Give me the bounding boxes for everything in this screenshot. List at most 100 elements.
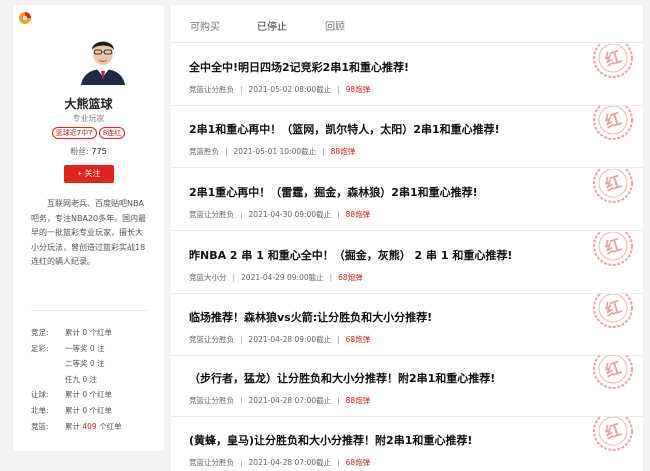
price: 88炮弹 <box>345 396 371 405</box>
recommendation-title[interactable]: 昨NBA 2 串 1 和重心全中！（掘金，灰熊） 2 串 1 和重心推荐! <box>189 247 512 263</box>
price: 98炮弹 <box>345 85 371 94</box>
tab-available[interactable]: 可购买 <box>190 18 220 33</box>
play-type: 竞篮胜负 <box>189 147 219 156</box>
recommendation-item[interactable]: 昨NBA 2 串 1 和重心全中！（掘金，灰熊） 2 串 1 和重心推荐! 竞篮大… <box>171 232 643 294</box>
recommendation-item[interactable]: (黄蜂，皇马)让分胜负和大小分推荐！附2串1和重心推荐! 竞篮让分胜负 | 2021-… <box>171 417 643 471</box>
meta-separator: | <box>322 147 325 156</box>
stat-value: 二等奖 0 注 <box>65 359 105 369</box>
expert-profile-card: 大熊篮球 专业玩家 篮球近7中7 8连红 粉丝: 775 + 关注 互联网老兵、… <box>13 5 164 451</box>
recommendation-item[interactable]: 全中全中!明日四场2记竞彩2串1和重心推荐! 竞篮让分胜负 | 2021-05-02 … <box>171 44 643 106</box>
stat-value: 累计 0 个红单 <box>65 405 113 415</box>
follow-button[interactable]: + 关注 <box>64 165 114 183</box>
red-stamp-icon: 红 <box>593 355 633 389</box>
recommendation-item[interactable]: 2串1重心再中！（雷霆，掘金，森林狼）2串1和重心推荐! 竞篮让分胜负 | 2021-… <box>171 169 643 231</box>
fans-label: 粉丝: <box>70 147 89 156</box>
stat-label: 让球: <box>31 390 49 400</box>
svg-text:红: 红 <box>603 420 624 443</box>
recommendation-item[interactable]: 2串1和重心再中！（篮网，凯尔特人，太阳）2串1和重心推荐! 竞篮胜负 | 2021-… <box>171 106 643 168</box>
meta-separator: | <box>232 273 236 282</box>
meta-separator: | <box>240 335 243 344</box>
play-type: 竞篮让分胜负 <box>189 396 234 405</box>
stat-label: 足彩: <box>31 343 49 353</box>
meta-separator: | <box>329 273 333 282</box>
expert-tags: 篮球近7中7 8连红 <box>13 127 164 139</box>
meta-separator: | <box>240 210 243 219</box>
recommendation-meta: 竞篮大小分 | 2021-04-29 09:00截止 | 68炮弹 <box>189 272 363 283</box>
stat-row: 北单: 累计 0 个红单 <box>31 403 156 419</box>
recommendation-meta: 竞篮让分胜负 | 2021-05-02 08:00截止 | 98炮弹 <box>189 84 370 95</box>
stat-value: 任九 0 注 <box>65 374 98 384</box>
red-stamp-icon: 红 <box>593 106 633 140</box>
meta-separator: | <box>337 396 340 405</box>
recommendation-title[interactable]: (黄蜂，皇马)让分胜负和大小分推荐！附2串1和重心推荐! <box>189 432 472 448</box>
stat-value-highlight: 409 <box>82 421 97 431</box>
price: 68炮弹 <box>345 335 371 344</box>
recommendation-item[interactable]: 临场推荐！森林狼vs火箭:让分胜负和大小分推荐! 竞篮让分胜负 | 2021-04-2… <box>171 294 643 356</box>
recommendation-meta: 竞篮让分胜负 | 2021-04-28 07:00截止 | 88炮弹 <box>189 395 370 406</box>
price: 68炮弹 <box>338 273 363 282</box>
svg-text:红: 红 <box>603 297 624 320</box>
deadline: 2021-04-28 07:00截止 <box>248 458 332 467</box>
stat-row: 让球: 累计 0 个红单 <box>31 387 156 403</box>
fans-count: 粉丝: 775 <box>13 146 164 157</box>
meta-separator: | <box>337 458 340 467</box>
deadline: 2021-05-02 08:00截止 <box>248 85 332 94</box>
stat-row: 竞篮: 累计 409 个红单 <box>31 419 156 435</box>
site-logo-icon <box>19 12 31 24</box>
expert-title: 专业玩家 <box>72 114 105 123</box>
avatar <box>79 33 127 85</box>
red-stamp-icon: 红 <box>593 417 633 451</box>
expert-name: 大熊篮球 <box>64 97 113 111</box>
meta-separator: | <box>240 458 243 467</box>
meta-separator: | <box>225 147 228 156</box>
deadline: 2021-04-28 07:00截止 <box>248 396 332 405</box>
svg-text:红: 红 <box>603 172 624 195</box>
stat-label: 北单: <box>31 405 49 415</box>
stat-value: 累计 409 个红单 <box>65 422 122 431</box>
stat-row: 任九 0 注 <box>31 372 156 388</box>
recommendation-title[interactable]: （步行者，猛龙）让分胜负和大小分推荐！附2串1和重心推荐! <box>189 370 495 386</box>
meta-separator: | <box>240 85 243 94</box>
svg-text:红: 红 <box>603 109 624 132</box>
meta-separator: | <box>337 85 340 94</box>
recommendation-title[interactable]: 临场推荐！森林狼vs火箭:让分胜负和大小分推荐! <box>189 309 432 325</box>
deadline: 2021-04-28 09:00截止 <box>248 335 332 344</box>
stat-value-suffix: 个红单 <box>96 421 122 431</box>
recommendation-panel: 可购买 已停止 回顾 全中全中!明日四场2记竞彩2串1和重心推荐! 竞篮让分胜负 |… <box>171 5 643 471</box>
tab-bar: 可购买 已停止 回顾 <box>171 5 643 43</box>
svg-text:红: 红 <box>603 47 624 70</box>
expert-bio: 互联网老兵、百度贴吧NBA吧务，专注NBA20多年。国内最早的一批篮彩专业玩家，… <box>31 199 147 266</box>
deadline: 2021-05-01 10:00截止 <box>233 147 317 156</box>
meta-separator: | <box>240 396 243 405</box>
svg-text:红: 红 <box>603 358 624 381</box>
red-stamp-icon: 红 <box>593 232 633 266</box>
recommendation-title[interactable]: 2串1和重心再中！（篮网，凯尔特人，太阳）2串1和重心推荐! <box>189 121 500 137</box>
record-stats: 竞足: 累计 0 个红单 足彩: 一等奖 0 注 二等奖 0 注 任九 0 注 让球… <box>31 325 156 434</box>
recommendation-title[interactable]: 2串1重心再中！（雷霆，掘金，森林狼）2串1和重心推荐! <box>189 184 478 200</box>
tab-stopped[interactable]: 已停止 <box>257 18 287 33</box>
expert-tag: 篮球近7中7 <box>51 127 97 139</box>
stat-row: 足彩: 一等奖 0 注 <box>31 341 156 357</box>
price: 88炮弹 <box>345 210 371 219</box>
stat-label: 竞足: <box>31 328 49 337</box>
price: 88炮弹 <box>330 147 356 156</box>
recommendation-meta: 竞篮胜负 | 2021-05-01 10:00截止 | 88炮弹 <box>189 146 355 157</box>
recommendation-meta: 竞篮让分胜负 | 2021-04-30 09:00截止 | 88炮弹 <box>189 209 370 220</box>
meta-separator: | <box>337 210 340 219</box>
recommendation-meta: 竞篮让分胜负 | 2021-04-28 09:00截止 | 68炮弹 <box>189 334 370 345</box>
fans-value: 775 <box>91 147 107 156</box>
deadline: 2021-04-29 09:00截止 <box>241 273 324 282</box>
red-stamp-icon: 红 <box>593 44 633 78</box>
recommendation-title[interactable]: 全中全中!明日四场2记竞彩2串1和重心推荐! <box>189 59 409 75</box>
tab-review[interactable]: 回顾 <box>325 18 345 33</box>
stat-row: 二等奖 0 注 <box>31 356 156 372</box>
stat-row: 竞足: 累计 0 个红单 <box>31 325 156 341</box>
stat-label: 竞篮: <box>31 421 49 431</box>
price: 68炮弹 <box>345 458 371 467</box>
expert-tag: 8连红 <box>98 127 126 139</box>
stat-value: 一等奖 0 注 <box>65 343 105 353</box>
red-stamp-icon: 红 <box>593 169 633 203</box>
play-type: 竞篮让分胜负 <box>189 458 234 467</box>
meta-separator: | <box>337 335 340 344</box>
recommendation-item[interactable]: （步行者，猛龙）让分胜负和大小分推荐！附2串1和重心推荐! 竞篮让分胜负 | 2021… <box>171 355 643 417</box>
